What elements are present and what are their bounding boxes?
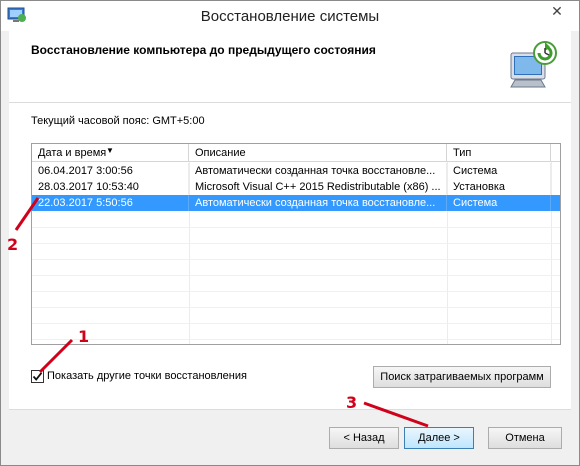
row-divider: [32, 259, 560, 260]
column-header-date[interactable]: Дата и время ▼: [32, 144, 189, 162]
annotation-label-1: 1: [78, 327, 90, 346]
scan-affected-programs-button[interactable]: Поиск затрагиваемых программ: [373, 366, 551, 388]
annotation-label-2: 2: [7, 235, 19, 254]
row-divider: [32, 339, 560, 340]
wizard-content: Текущий часовой пояс: GMT+5:00 Дата и вр…: [9, 103, 571, 409]
restore-points-list[interactable]: Дата и время ▼ Описание Тип 06.04.2017 3…: [31, 143, 561, 345]
wizard-header: Восстановление компьютера до предыдущего…: [9, 31, 571, 103]
timezone-label: Текущий часовой пояс: GMT+5:00: [31, 115, 205, 127]
footer-divider: [9, 409, 571, 410]
cell-date: 06.04.2017 3:00:56: [32, 163, 189, 179]
show-more-label[interactable]: Показать другие точки восстановления: [47, 370, 247, 382]
row-divider: [32, 275, 560, 276]
show-more-checkbox[interactable]: [31, 370, 44, 383]
next-button[interactable]: Далее >: [404, 427, 474, 449]
table-row[interactable]: 06.04.2017 3:00:56 Автоматически созданн…: [32, 163, 560, 179]
system-restore-window: Восстановление системы ✕ Восстановление …: [0, 0, 580, 466]
page-title: Восстановление компьютера до предыдущего…: [31, 43, 376, 57]
table-row-selected[interactable]: 22.03.2017 5:50:56 Автоматически созданн…: [32, 195, 560, 211]
cell-type: Система: [447, 163, 551, 179]
cell-description: Автоматически созданная точка восстановл…: [189, 163, 447, 179]
column-header-type[interactable]: Тип: [447, 144, 551, 162]
row-divider: [32, 307, 560, 308]
cell-date: 28.03.2017 10:53:40: [32, 179, 189, 195]
checkmark-icon: [32, 372, 43, 381]
row-divider: [32, 291, 560, 292]
row-divider: [32, 323, 560, 324]
close-button[interactable]: ✕: [543, 1, 571, 21]
list-header: Дата и время ▼ Описание Тип: [32, 144, 560, 162]
title-bar: Восстановление системы ✕: [1, 1, 579, 31]
column-header-description[interactable]: Описание: [189, 144, 447, 162]
system-restore-icon: [510, 41, 557, 88]
sort-down-icon: ▼: [106, 146, 114, 155]
cell-type: Система: [447, 195, 551, 211]
back-button[interactable]: < Назад: [329, 427, 399, 449]
row-divider: [32, 243, 560, 244]
cancel-button[interactable]: Отмена: [488, 427, 562, 449]
cell-description: Автоматически созданная точка восстановл…: [189, 195, 447, 211]
cell-type: Установка: [447, 179, 551, 195]
table-row[interactable]: 28.03.2017 10:53:40 Microsoft Visual C++…: [32, 179, 560, 195]
cell-description: Microsoft Visual C++ 2015 Redistributabl…: [189, 179, 447, 195]
column-date-label: Дата и время: [38, 147, 107, 159]
window-title: Восстановление системы: [200, 8, 380, 25]
cell-date: 22.03.2017 5:50:56: [32, 195, 189, 211]
annotation-label-3: 3: [346, 393, 358, 412]
row-divider: [32, 227, 560, 228]
